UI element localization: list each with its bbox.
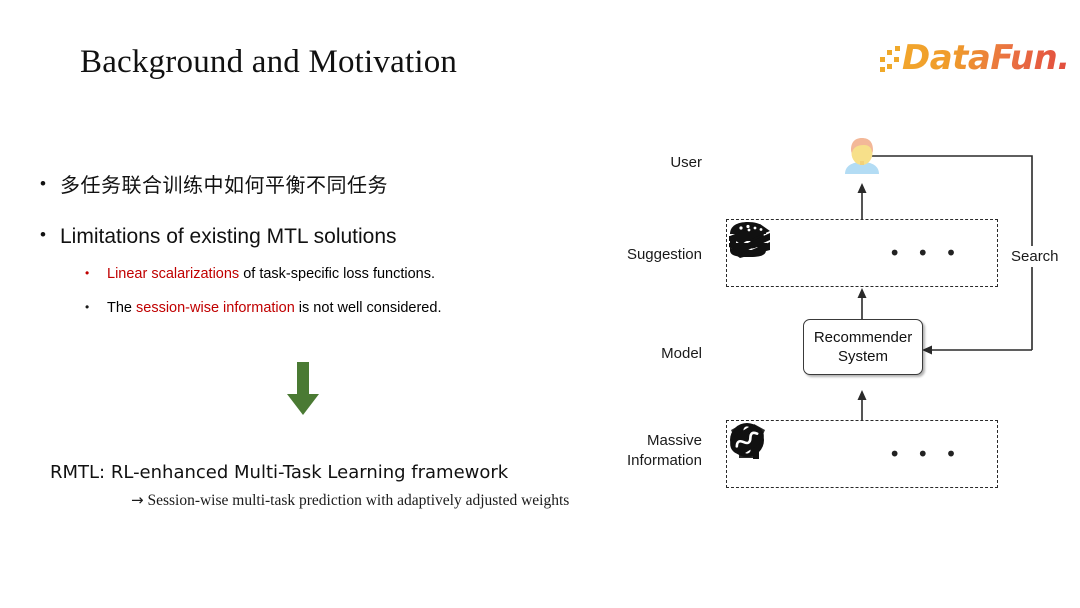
massive-information-box: • • • xyxy=(726,420,998,488)
bullet-text: Limitations of existing MTL solutions xyxy=(60,225,397,248)
conclusion-subtitle: → Session-wise multi-task prediction wit… xyxy=(131,491,569,510)
conclusion-title: RMTL: RL-enhanced Multi-Task Learning fr… xyxy=(50,462,509,483)
highlight-text: session-wise information xyxy=(136,300,295,316)
bullet-item-1: • 多任务联合训练中如何平衡不同任务 xyxy=(40,173,388,198)
sub-bullet-text: The session-wise information is not well… xyxy=(107,299,441,318)
diagram-label-search: Search xyxy=(1008,246,1062,267)
diagram-label-model: Model xyxy=(661,345,702,362)
diagram-label-massive-line1: Massive xyxy=(646,432,702,449)
diagram-label-suggestion: Suggestion xyxy=(626,246,702,263)
recommender-flow-diagram: User Suggestion Model Massive Informatio… xyxy=(600,120,1070,520)
user-avatar-icon xyxy=(838,134,886,182)
sub-bullet-item-2: • The session-wise information is not we… xyxy=(85,299,441,318)
sub-bullet-text: Linear scalarizations of task-specific l… xyxy=(107,265,435,284)
sub-bullet-marker: • xyxy=(85,266,90,280)
logo-wordmark: DataFun. xyxy=(902,38,1070,78)
conclusion-subtitle-text: Session-wise multi-task prediction with … xyxy=(147,492,570,509)
diagram-label-massive-information: Massive Information xyxy=(582,431,702,470)
sub-bullet-rest: of task-specific loss functions. xyxy=(239,266,436,282)
recommender-system-box: Recommender System xyxy=(803,319,923,375)
datafun-logo: DataFun. xyxy=(880,38,1070,78)
highlight-text: Linear scalarizations xyxy=(107,266,240,282)
page-title: Background and Motivation xyxy=(80,44,458,80)
bullet-marker: • xyxy=(40,174,46,193)
recommender-system-line2: System xyxy=(837,348,888,365)
sub-bullet-marker: • xyxy=(85,300,90,314)
diagram-label-user: User xyxy=(670,154,702,171)
sub-bullet-rest: is not well considered. xyxy=(294,300,442,316)
green-down-arrow-icon xyxy=(286,362,320,417)
suggestion-icon-row: • • • xyxy=(727,220,997,286)
sub-bullet-item-1: • Linear scalarizations of task-specific… xyxy=(85,265,435,284)
massive-information-icon-row: • • • xyxy=(727,421,997,487)
bullet-marker: • xyxy=(40,225,46,244)
suggestion-box: • • • xyxy=(726,219,998,287)
bullet-item-2: • Limitations of existing MTL solutions xyxy=(40,224,397,250)
bullet-text: 多任务联合训练中如何平衡不同任务 xyxy=(60,173,388,197)
recommender-system-line1: Recommender xyxy=(813,328,913,346)
right-arrow-icon: → xyxy=(131,491,144,509)
ellipsis-icon: • • • xyxy=(888,241,962,265)
diagram-label-massive-line2: Information xyxy=(626,451,702,469)
sub-bullet-prefix: The xyxy=(107,300,137,316)
ellipsis-icon: • • • xyxy=(888,442,962,466)
